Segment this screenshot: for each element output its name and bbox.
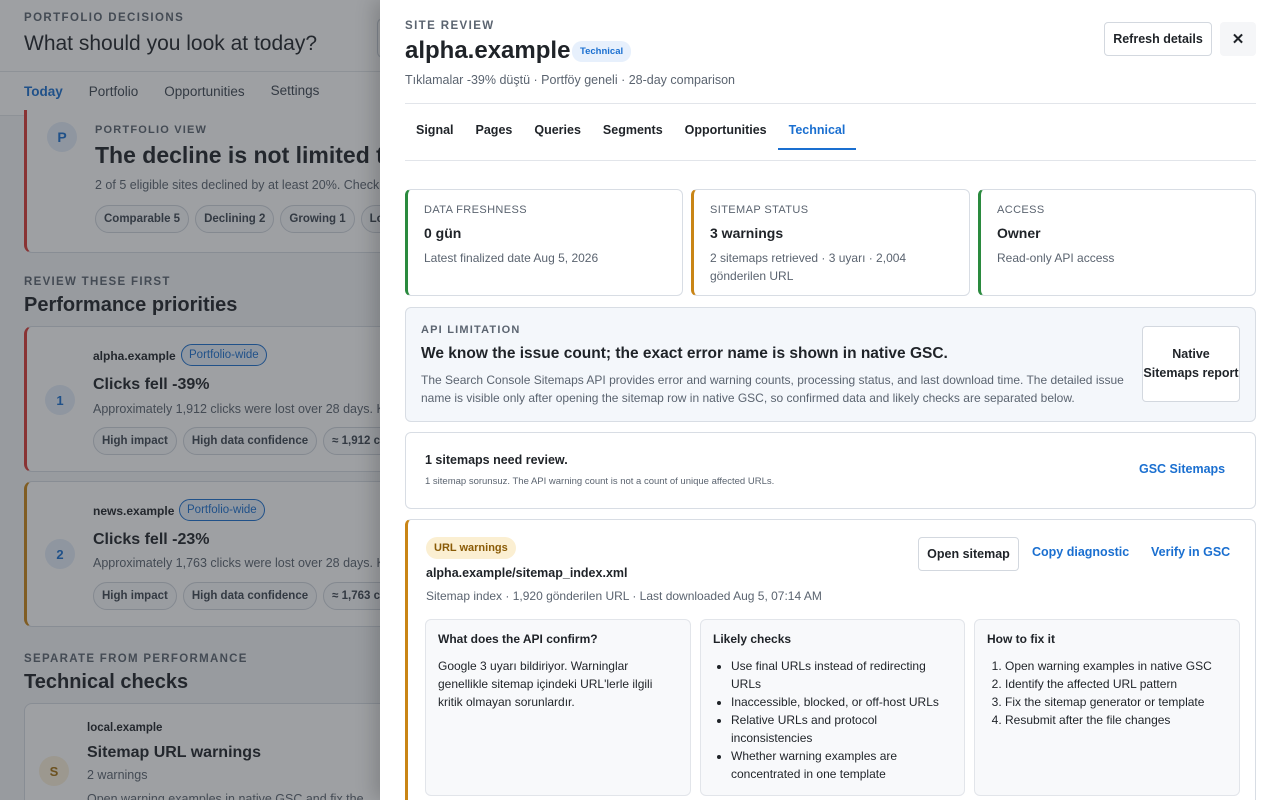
sitemap-warning-card: URL warnings alpha.example/sitemap_index… xyxy=(405,519,1256,800)
copy-diagnostic-link[interactable]: Copy diagnostic xyxy=(1032,545,1129,559)
sitemap-path: alpha.example/sitemap_index.xml xyxy=(426,566,628,580)
list-item: Relative URLs and protocol inconsistenci… xyxy=(731,711,952,747)
stat-value: Owner xyxy=(997,225,1041,241)
list-item: Identify the affected URL pattern xyxy=(1005,675,1227,693)
likely-checks-column: Likely checks Use final URLs instead of … xyxy=(700,619,965,796)
api-limitation-eyebrow: API LIMITATION xyxy=(421,324,521,336)
drawer-tabs: Signal Pages Queries Segments Opportunit… xyxy=(405,104,1256,161)
url-warnings-badge: URL warnings xyxy=(426,537,516,559)
close-icon[interactable]: ✕ xyxy=(1220,22,1256,56)
access-card: ACCESS Owner Read-only API access xyxy=(978,189,1256,296)
tab-signal[interactable]: Signal xyxy=(405,104,465,150)
list-item: Open warning examples in native GSC xyxy=(1005,657,1227,675)
drawer-category-tag: Technical xyxy=(572,41,632,62)
refresh-details-button[interactable]: Refresh details xyxy=(1104,22,1212,56)
list-item: Fix the sitemap generator or template xyxy=(1005,693,1227,711)
list-item: Whether warning examples are concentrate… xyxy=(731,747,952,783)
list-item: Inaccessible, blocked, or off-host URLs xyxy=(731,693,952,711)
verify-in-gsc-link[interactable]: Verify in GSC xyxy=(1151,545,1230,559)
api-confirms-column: What does the API confirm? Google 3 uyar… xyxy=(425,619,691,796)
stat-value: 0 gün xyxy=(424,225,462,241)
column-title: What does the API confirm? xyxy=(438,632,598,646)
column-title: How to fix it xyxy=(987,632,1055,646)
fix-steps-list: Open warning examples in native GSC Iden… xyxy=(987,657,1227,729)
stat-desc: 2 sitemaps retrieved · 3 uyarı · 2,004 g… xyxy=(710,251,907,283)
list-item: Resubmit after the file changes xyxy=(1005,711,1227,729)
column-title: Likely checks xyxy=(713,632,792,646)
sitemaps-review-summary: 1 sitemaps need review. 1 sitemap soruns… xyxy=(405,432,1256,509)
stat-desc: Latest finalized date Aug 5, 2026 xyxy=(424,251,599,265)
stat-label: DATA FRESHNESS xyxy=(424,204,527,216)
api-limitation-title: We know the issue count; the exact error… xyxy=(421,345,948,362)
drawer-subtitle: Tıklamalar -39% düştü · Portföy geneli ·… xyxy=(405,73,736,87)
sitemap-status-card: SITEMAP STATUS 3 warnings 2 sitemaps ret… xyxy=(691,189,970,296)
how-to-fix-column: How to fix it Open warning examples in n… xyxy=(974,619,1240,796)
review-summary-sub: 1 sitemap sorunsuz. The API warning coun… xyxy=(425,476,775,487)
drawer-title: alpha.example xyxy=(405,37,571,64)
native-sitemaps-report-button[interactable]: Native Sitemaps report xyxy=(1142,326,1240,402)
sitemap-meta: Sitemap index · 1,920 gönderilen URL · L… xyxy=(426,589,822,603)
column-body: Google 3 uyarı bildiriyor. Warninglar ge… xyxy=(438,659,653,709)
list-item: Use final URLs instead of redirecting UR… xyxy=(731,657,952,693)
stat-value: 3 warnings xyxy=(710,225,784,241)
api-limitation-notice: API LIMITATION We know the issue count; … xyxy=(405,307,1256,422)
stat-label: ACCESS xyxy=(997,204,1045,216)
drawer-eyebrow: SITE REVIEW xyxy=(405,20,495,32)
review-summary-title: 1 sitemaps need review. xyxy=(425,453,568,467)
tab-pages[interactable]: Pages xyxy=(465,104,524,150)
stat-desc: Read-only API access xyxy=(997,251,1115,265)
site-review-drawer: SITE REVIEW alpha.example Technical Tıkl… xyxy=(380,0,1280,800)
data-freshness-card: DATA FRESHNESS 0 gün Latest finalized da… xyxy=(405,189,683,296)
gsc-sitemaps-link[interactable]: GSC Sitemaps xyxy=(1139,462,1225,476)
tab-technical[interactable]: Technical xyxy=(777,104,857,150)
tab-opportunities[interactable]: Opportunities xyxy=(674,104,778,150)
stat-label: SITEMAP STATUS xyxy=(710,204,809,216)
likely-checks-list: Use final URLs instead of redirecting UR… xyxy=(713,657,952,783)
tab-queries[interactable]: Queries xyxy=(523,104,592,150)
api-limitation-desc: The Search Console Sitemaps API provides… xyxy=(421,373,1124,405)
tab-segments[interactable]: Segments xyxy=(592,104,674,150)
open-sitemap-button[interactable]: Open sitemap xyxy=(918,537,1019,571)
